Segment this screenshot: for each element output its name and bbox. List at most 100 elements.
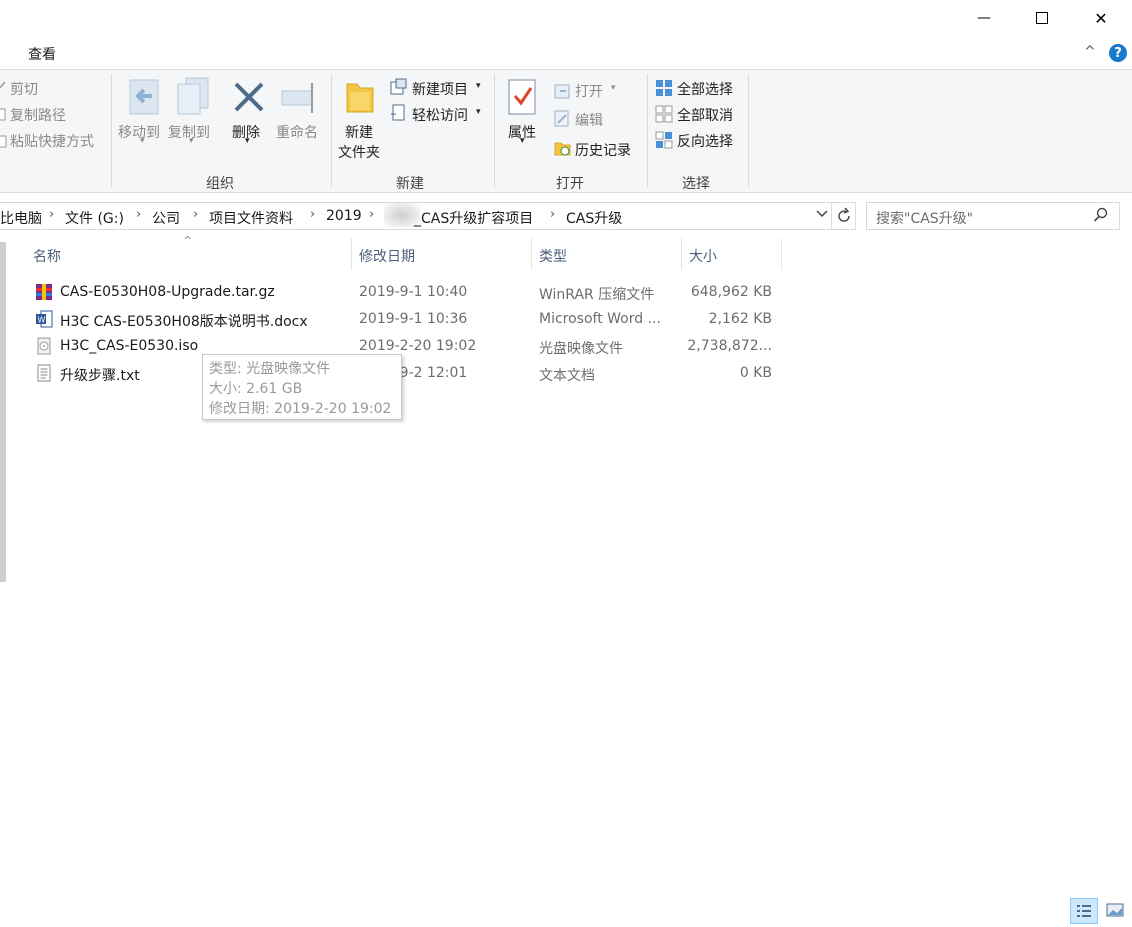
sort-ascending-icon: ^ xyxy=(183,234,193,247)
chevron-right-icon[interactable]: › xyxy=(193,207,198,222)
large-icons-view-icon xyxy=(1106,902,1124,922)
file-tooltip: 类型: 光盘映像文件 大小: 2.61 GB 修改日期: 2019-2-20 1… xyxy=(202,354,402,420)
file-type: 文本文档 xyxy=(539,368,595,384)
help-icon[interactable]: ? xyxy=(1109,44,1127,62)
chevron-right-icon[interactable]: › xyxy=(310,207,315,222)
file-row[interactable]: CAS-E0530H08-Upgrade.tar.gz 2019-9-1 10:… xyxy=(30,280,790,306)
move-to-icon xyxy=(126,78,162,122)
new-folder-label-line2: 文件夹 xyxy=(338,145,380,161)
rename-label: 重命名 xyxy=(276,125,318,141)
details-view-button[interactable] xyxy=(1070,898,1098,924)
breadcrumb-cas-upgrade[interactable]: CAS升级 xyxy=(566,208,622,228)
close-button[interactable]: ✕ xyxy=(1078,0,1124,36)
svg-text:W: W xyxy=(38,316,46,325)
tooltip-type: 类型: 光盘映像文件 xyxy=(209,361,331,377)
history-label: 历史记录 xyxy=(575,143,631,159)
breadcrumb-cas-project[interactable]: _CAS升级扩容项目 xyxy=(414,208,533,228)
file-size: 2,162 KB xyxy=(708,311,772,327)
breadcrumb-project-files[interactable]: 项目文件资料 xyxy=(209,208,293,228)
file-date: 2019-9-1 10:40 xyxy=(359,284,468,300)
cut-label: 剪切 xyxy=(10,82,38,98)
tooltip-size: 大小: 2.61 GB xyxy=(209,381,303,397)
open-group-label: 打开 xyxy=(556,176,584,192)
breadcrumb-2019[interactable]: 2019 xyxy=(326,208,362,224)
file-type: WinRAR 压缩文件 xyxy=(539,287,655,303)
file-size: 648,962 KB xyxy=(690,284,772,300)
paste-shortcut-label: 粘贴快捷方式 xyxy=(10,134,94,150)
chevron-right-icon[interactable]: › xyxy=(369,207,374,222)
copy-path-icon xyxy=(0,107,10,123)
history-icon xyxy=(554,140,571,156)
file-name: CAS-E0530H08-Upgrade.tar.gz xyxy=(60,284,275,300)
copy-path-label: 复制路径 xyxy=(10,108,66,124)
nav-pane-scrollbar[interactable] xyxy=(0,234,6,894)
file-type: 光盘映像文件 xyxy=(539,341,623,357)
file-name: 升级步骤.txt xyxy=(60,368,140,384)
paste-shortcut-icon xyxy=(0,133,10,149)
edit-label: 编辑 xyxy=(575,113,603,129)
search-input[interactable]: 搜索"CAS升级" xyxy=(876,208,973,228)
invert-selection-icon xyxy=(655,131,673,149)
new-item-label: 新建项目 xyxy=(412,82,468,98)
select-none-label: 全部取消 xyxy=(677,108,733,124)
edit-icon xyxy=(554,110,570,127)
move-to-label: 移动到 xyxy=(118,125,160,141)
chevron-right-icon[interactable]: › xyxy=(136,207,141,222)
search-box[interactable]: 搜索"CAS升级" xyxy=(866,202,1120,230)
select-all-label: 全部选择 xyxy=(677,82,733,98)
collapse-ribbon-icon[interactable]: ^ xyxy=(1084,44,1096,60)
file-row[interactable]: W H3C CAS-E0530H08版本说明书.docx 2019-9-1 10… xyxy=(30,307,790,333)
file-date: 2019-2-20 19:02 xyxy=(359,338,477,354)
ribbon: 剪切 复制路径 粘贴快捷方式 移动到 ▾ 复制到 ▾ 删除 ▾ 重命名 组织 新… xyxy=(0,69,1132,193)
disc-image-icon xyxy=(35,337,53,359)
organize-group-label: 组织 xyxy=(206,176,234,192)
scissors-icon xyxy=(0,80,8,96)
new-folder-label-line1: 新建 xyxy=(345,125,373,141)
delete-icon xyxy=(233,81,265,117)
large-icons-view-button[interactable] xyxy=(1101,898,1127,922)
open-icon xyxy=(554,82,570,99)
open-label: 打开 xyxy=(575,84,603,100)
select-group-label: 选择 xyxy=(682,176,710,192)
details-view-icon xyxy=(1076,903,1092,923)
file-size: 0 KB xyxy=(739,365,772,381)
minimize-icon: — xyxy=(977,10,991,26)
column-header-name[interactable]: 名称 xyxy=(33,246,61,266)
file-size: 2,738,872... xyxy=(687,338,772,354)
file-date: 2019-9-1 10:36 xyxy=(359,311,468,327)
copy-to-icon xyxy=(176,76,212,122)
minimize-button[interactable]: — xyxy=(961,0,1007,36)
chevron-right-icon[interactable]: › xyxy=(550,207,555,222)
refresh-icon[interactable] xyxy=(836,207,852,229)
select-none-icon xyxy=(655,105,673,123)
column-header-date[interactable]: 修改日期 xyxy=(359,246,415,266)
text-file-icon xyxy=(35,364,53,386)
search-icon[interactable] xyxy=(1093,207,1109,227)
winrar-icon xyxy=(35,283,53,305)
breadcrumb-this-pc[interactable]: 比电脑 xyxy=(0,208,42,228)
easy-access-label: 轻松访问 xyxy=(412,108,468,124)
close-icon: ✕ xyxy=(1094,8,1108,28)
tab-view[interactable]: 查看 xyxy=(28,44,56,64)
new-group-label: 新建 xyxy=(396,176,424,192)
maximize-icon xyxy=(1036,12,1048,24)
select-all-icon xyxy=(655,79,672,96)
new-item-icon xyxy=(390,78,407,95)
invert-selection-label: 反向选择 xyxy=(677,134,733,150)
easy-access-icon xyxy=(390,104,406,121)
chevron-down-icon[interactable] xyxy=(815,206,829,226)
column-header-type[interactable]: 类型 xyxy=(539,246,567,266)
properties-icon xyxy=(507,78,539,120)
rename-icon xyxy=(280,79,318,119)
file-row[interactable]: H3C_CAS-E0530.iso 2019-2-20 19:02 光盘映像文件… xyxy=(30,334,790,360)
file-type: Microsoft Word ... xyxy=(539,311,661,327)
breadcrumb-drive[interactable]: 文件 (G:) xyxy=(65,208,124,228)
column-header-size[interactable]: 大小 xyxy=(689,246,717,266)
file-name: H3C CAS-E0530H08版本说明书.docx xyxy=(60,314,308,330)
maximize-button[interactable] xyxy=(1019,0,1065,36)
file-row[interactable]: 升级步骤.txt 2019-9-2 12:01 文本文档 0 KB xyxy=(30,361,790,387)
breadcrumb-company[interactable]: 公司 xyxy=(152,208,180,228)
address-bar[interactable]: 比电脑 › 文件 (G:) › 公司 › 项目文件资料 › 2019 › _CA… xyxy=(0,202,856,230)
chevron-right-icon[interactable]: › xyxy=(49,207,54,222)
tooltip-modified: 修改日期: 2019-2-20 19:02 xyxy=(209,401,392,417)
